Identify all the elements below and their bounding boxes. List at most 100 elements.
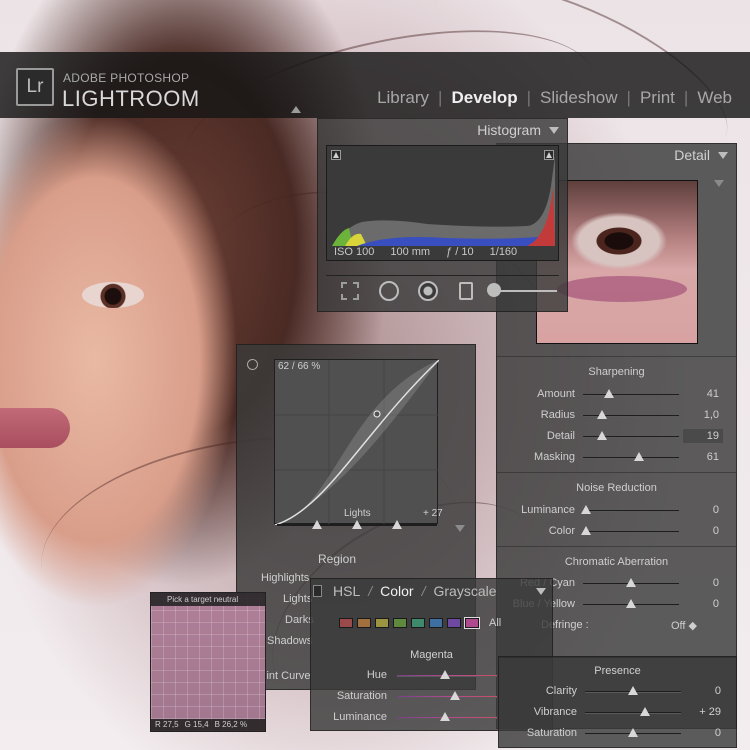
- develop-toolstrip: [326, 275, 559, 305]
- module-print[interactable]: Print: [640, 88, 675, 108]
- histogram-panel-header[interactable]: Histogram: [318, 119, 567, 141]
- split-thumb-midtones[interactable]: [352, 520, 362, 529]
- tab-hsl[interactable]: HSL: [333, 583, 360, 599]
- hsl-slider-thumb[interactable]: [440, 670, 450, 679]
- histogram-graph[interactable]: [326, 145, 559, 261]
- collapse-detail-icon[interactable]: [718, 151, 728, 159]
- spot-removal-icon[interactable]: [377, 280, 402, 302]
- color-swatch[interactable]: [411, 618, 425, 628]
- sharpening-slider-track[interactable]: [583, 457, 679, 459]
- noise-reduction-slider-row: Color 0: [497, 525, 736, 539]
- module-separator: |: [626, 88, 631, 107]
- tone-curve-graph[interactable]: [274, 359, 439, 525]
- split-thumb-shadows[interactable]: [312, 520, 322, 529]
- target-neutral-loupe[interactable]: Pick a target neutral R 27,5 G 15,4 B 26…: [150, 592, 266, 732]
- graduated-filter-icon[interactable]: [454, 280, 479, 302]
- divider: [497, 546, 736, 547]
- defringe-select[interactable]: Off ◆: [671, 619, 697, 632]
- color-swatch[interactable]: [339, 618, 353, 628]
- hsl-slider-thumb[interactable]: [440, 712, 450, 721]
- histogram-panel-title: Histogram: [477, 122, 541, 138]
- tab-separator: /: [368, 583, 373, 599]
- noise-reduction-slider-track[interactable]: [583, 531, 679, 533]
- tab-grayscale[interactable]: Grayscale: [433, 583, 496, 599]
- presence-slider-value[interactable]: + 29: [685, 706, 721, 718]
- chromatic-aberration-slider-thumb[interactable]: [626, 578, 636, 587]
- module-web[interactable]: Web: [697, 88, 732, 108]
- noise-reduction-title: Noise Reduction: [576, 482, 657, 494]
- presence-slider-thumb[interactable]: [628, 686, 638, 695]
- color-swatch[interactable]: [429, 618, 443, 628]
- sharpening-slider-value[interactable]: 41: [683, 388, 719, 400]
- presence-slider-track[interactable]: [585, 712, 681, 714]
- color-swatch[interactable]: [393, 618, 407, 628]
- sharpening-slider-value[interactable]: 1,0: [683, 409, 719, 421]
- collapse-curve-icon[interactable]: [455, 525, 465, 532]
- presence-slider-value[interactable]: 0: [685, 727, 721, 739]
- chromatic-aberration-slider-value[interactable]: 0: [683, 598, 719, 610]
- presence-slider-row: Saturation 0: [499, 727, 736, 741]
- presence-slider-thumb[interactable]: [639, 707, 650, 716]
- left-eye: [82, 282, 144, 308]
- color-swatch[interactable]: [464, 617, 480, 629]
- sharpening-slider-thumb[interactable]: [603, 389, 614, 398]
- crop-overlay-icon[interactable]: [338, 280, 363, 302]
- collapse-top-panel-icon[interactable]: [291, 106, 301, 113]
- split-thumb-highlights[interactable]: [392, 520, 402, 529]
- swatch-all-button[interactable]: All: [489, 617, 501, 629]
- presence-slider-row: Clarity 0: [499, 685, 736, 699]
- noise-reduction-slider-thumb[interactable]: [580, 505, 591, 514]
- target-neutral-readout: R 27,5 G 15,4 B 26,2 %: [151, 719, 265, 731]
- sharpening-slider-thumb[interactable]: [597, 410, 608, 419]
- sharpening-slider-value[interactable]: 61: [683, 451, 719, 463]
- sharpening-slider-row: Radius 1,0: [497, 409, 736, 423]
- collapse-histogram-icon[interactable]: [549, 126, 559, 134]
- hsl-slider-label: Hue: [366, 669, 387, 681]
- color-swatch[interactable]: [357, 618, 371, 628]
- region-title: Region: [317, 552, 357, 566]
- readout-green: G 15,4: [184, 720, 209, 729]
- color-swatch[interactable]: [447, 618, 461, 628]
- noise-reduction-slider-value[interactable]: 0: [683, 504, 719, 516]
- chromatic-aberration-slider-thumb[interactable]: [626, 599, 636, 608]
- targeted-adjustment-icon[interactable]: [247, 359, 258, 370]
- tab-separator: /: [421, 583, 426, 599]
- zoom-preview-toggle-icon[interactable]: [714, 180, 724, 187]
- chromatic-aberration-slider-value[interactable]: 0: [683, 577, 719, 589]
- hsl-slider-track[interactable]: [397, 696, 497, 698]
- module-develop[interactable]: Develop: [451, 88, 517, 108]
- exif-shutter: 1/160: [489, 246, 518, 258]
- panel-switch-icon[interactable]: [313, 585, 322, 597]
- presence-slider-thumb[interactable]: [628, 728, 638, 737]
- collapse-hsl-icon[interactable]: [536, 588, 546, 595]
- hsl-tabs: HSL / Color / Grayscale: [333, 583, 497, 599]
- noise-reduction-slider-track[interactable]: [583, 510, 679, 512]
- sharpening-slider-label: Amount: [537, 388, 575, 400]
- sharpening-slider-track[interactable]: [583, 394, 679, 396]
- tab-color[interactable]: Color: [380, 583, 413, 599]
- sharpening-slider-thumb[interactable]: [597, 431, 608, 440]
- presence-slider-label: Saturation: [526, 727, 577, 739]
- presence-slider-label: Vibrance: [533, 706, 577, 718]
- hsl-slider-label: Luminance: [333, 711, 387, 723]
- presence-slider-value[interactable]: 0: [685, 685, 721, 697]
- readout-red: R 27,5: [155, 720, 179, 729]
- module-slideshow[interactable]: Slideshow: [540, 88, 618, 108]
- histogram-panel: Histogram ISO 100 100 mm ƒ / 10 1/160: [317, 118, 568, 312]
- hsl-slider-thumb[interactable]: [450, 691, 460, 700]
- lightroom-logo: Lr: [16, 68, 54, 106]
- adjustment-brush-icon[interactable]: [486, 280, 559, 302]
- noise-reduction-slider-value[interactable]: 0: [683, 525, 719, 537]
- presence-title: Presence: [594, 665, 641, 677]
- sharpening-slider-thumb[interactable]: [633, 452, 644, 461]
- sharpening-title: Sharpening: [588, 366, 645, 378]
- module-library[interactable]: Library: [377, 88, 429, 108]
- color-swatch[interactable]: [375, 618, 389, 628]
- sharpening-slider-label: Detail: [546, 430, 575, 442]
- sharpening-slider-row: Detail 19: [497, 430, 736, 444]
- sharpening-slider-value[interactable]: 19: [683, 430, 719, 442]
- curve-lights-value: + 27: [423, 508, 443, 519]
- red-eye-icon[interactable]: [415, 280, 440, 302]
- noise-reduction-slider-label: Color: [548, 525, 575, 537]
- noise-reduction-slider-thumb[interactable]: [580, 526, 591, 535]
